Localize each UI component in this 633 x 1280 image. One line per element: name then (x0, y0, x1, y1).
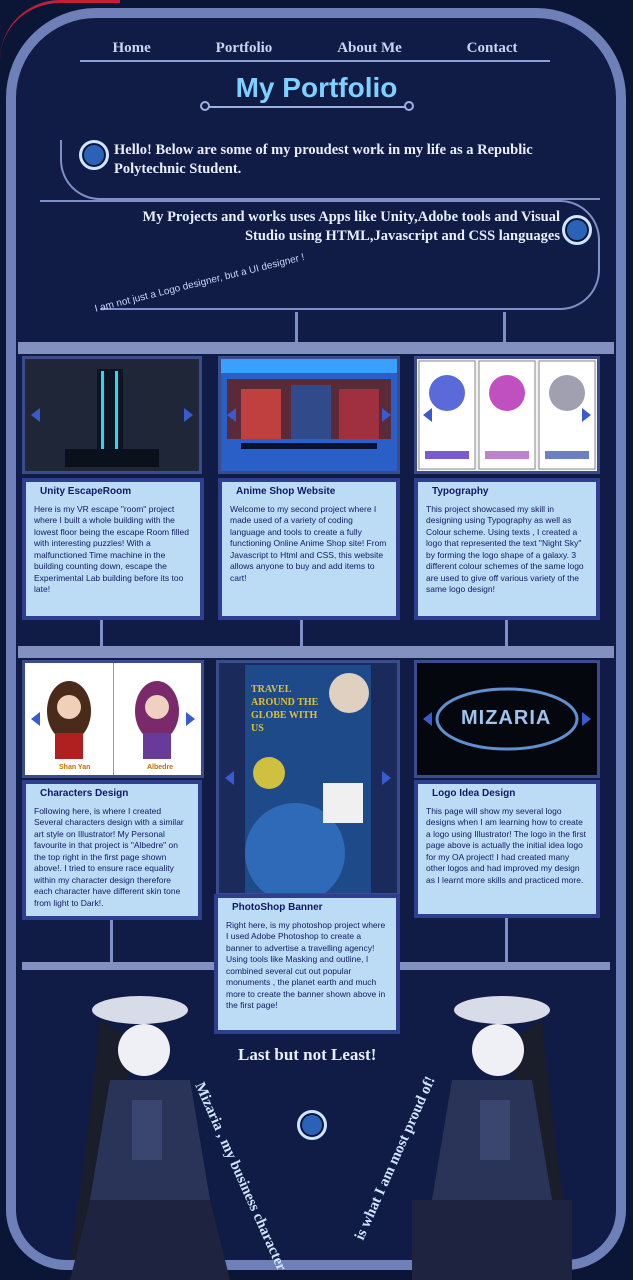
project-title: Anime Shop Website (236, 486, 336, 497)
last-section-title: Last but not Least! (238, 1045, 377, 1064)
connector (100, 620, 103, 646)
intro-text-2: My Projects and works uses Apps like Uni… (142, 209, 560, 244)
bottom-band-left (22, 962, 214, 970)
photoshop-banner-image[interactable]: TRAVEL AROUND THE GLOBE WITH US (216, 660, 400, 896)
title-divider (206, 106, 412, 108)
intro-text-1: Hello! Below are some of my proudest wor… (114, 142, 533, 177)
unity-project-image[interactable] (22, 356, 202, 474)
anime-shop-image[interactable] (218, 356, 400, 474)
intro-bullet-icon (79, 140, 109, 170)
project-card-characters: Characters Design Following here, is whe… (22, 780, 202, 920)
connector (295, 312, 298, 342)
project-title: PhotoShop Banner (232, 902, 323, 913)
nav-contact[interactable]: Contact (467, 40, 518, 57)
prev-arrow-icon[interactable] (423, 408, 432, 422)
nav-about-me[interactable]: About Me (337, 40, 402, 57)
logo-text: MIZARIA (461, 707, 552, 729)
intro-bullet-icon-2 (562, 215, 592, 245)
character-name-2: Albedre (147, 764, 174, 771)
typography-image[interactable] (414, 356, 600, 474)
character-name-1: Shan Yan (59, 764, 91, 771)
project-card-typography: Typography This project showcased my ski… (414, 478, 600, 620)
page-title: My Portfolio (235, 72, 398, 103)
project-title: Characters Design (40, 788, 129, 799)
row-band-2 (18, 646, 614, 658)
prev-arrow-icon[interactable] (227, 408, 236, 422)
typography-logo-variants (418, 360, 596, 470)
project-description: Welcome to my second project where I mad… (230, 503, 387, 583)
next-arrow-icon[interactable] (382, 408, 391, 422)
characters-image[interactable]: Shan Yan Albedre (22, 660, 204, 778)
nav-portfolio[interactable]: Portfolio (216, 40, 273, 57)
connector (503, 312, 506, 342)
next-arrow-icon[interactable] (582, 408, 591, 422)
prev-arrow-icon[interactable] (31, 712, 40, 726)
project-description: This page will show my several logo desi… (426, 805, 587, 885)
prev-arrow-icon[interactable] (423, 712, 432, 726)
project-title: Logo Idea Design (432, 788, 516, 799)
next-arrow-icon[interactable] (186, 712, 195, 726)
title-dot-left (200, 101, 210, 111)
project-card-logo: Logo Idea Design This page will show my … (414, 780, 600, 918)
next-arrow-icon[interactable] (582, 712, 591, 726)
project-title: Unity EscapeRoom (40, 486, 132, 497)
nav-home[interactable]: Home (112, 40, 150, 57)
mizaria-character-right (412, 996, 572, 1280)
project-description: Here is my VR escape "room" project wher… (34, 503, 189, 595)
title-dot-right (404, 101, 414, 111)
top-nav: Home Portfolio About Me Contact (80, 36, 550, 62)
project-description: This project showcased my skill in desig… (426, 503, 584, 595)
unity-tower-graphic (25, 359, 199, 471)
connector (505, 620, 508, 646)
bottom-band-right (400, 962, 610, 970)
prev-arrow-icon[interactable] (225, 771, 234, 785)
next-arrow-icon[interactable] (382, 771, 391, 785)
center-circle-icon (297, 1110, 327, 1140)
project-description: Following here, is where I created Sever… (34, 805, 184, 908)
anime-shop-screenshot (221, 359, 397, 449)
character-illustrations (47, 663, 179, 775)
next-arrow-icon[interactable] (184, 408, 193, 422)
row-band-1 (18, 342, 614, 354)
banner-headline: TRAVEL AROUND THE GLOBE WITH US (251, 684, 319, 734)
circuit-line-3 (100, 240, 600, 310)
connector (300, 620, 303, 646)
project-card-unity: Unity EscapeRoom Here is my VR escape "r… (22, 478, 204, 620)
project-title: Typography (432, 486, 489, 497)
logo-idea-image[interactable]: MIZARIA (414, 660, 600, 778)
prev-arrow-icon[interactable] (31, 408, 40, 422)
project-description: Right here, is my photoshop project wher… (226, 919, 386, 1011)
project-card-anime-shop: Anime Shop Website Welcome to my second … (218, 478, 400, 620)
